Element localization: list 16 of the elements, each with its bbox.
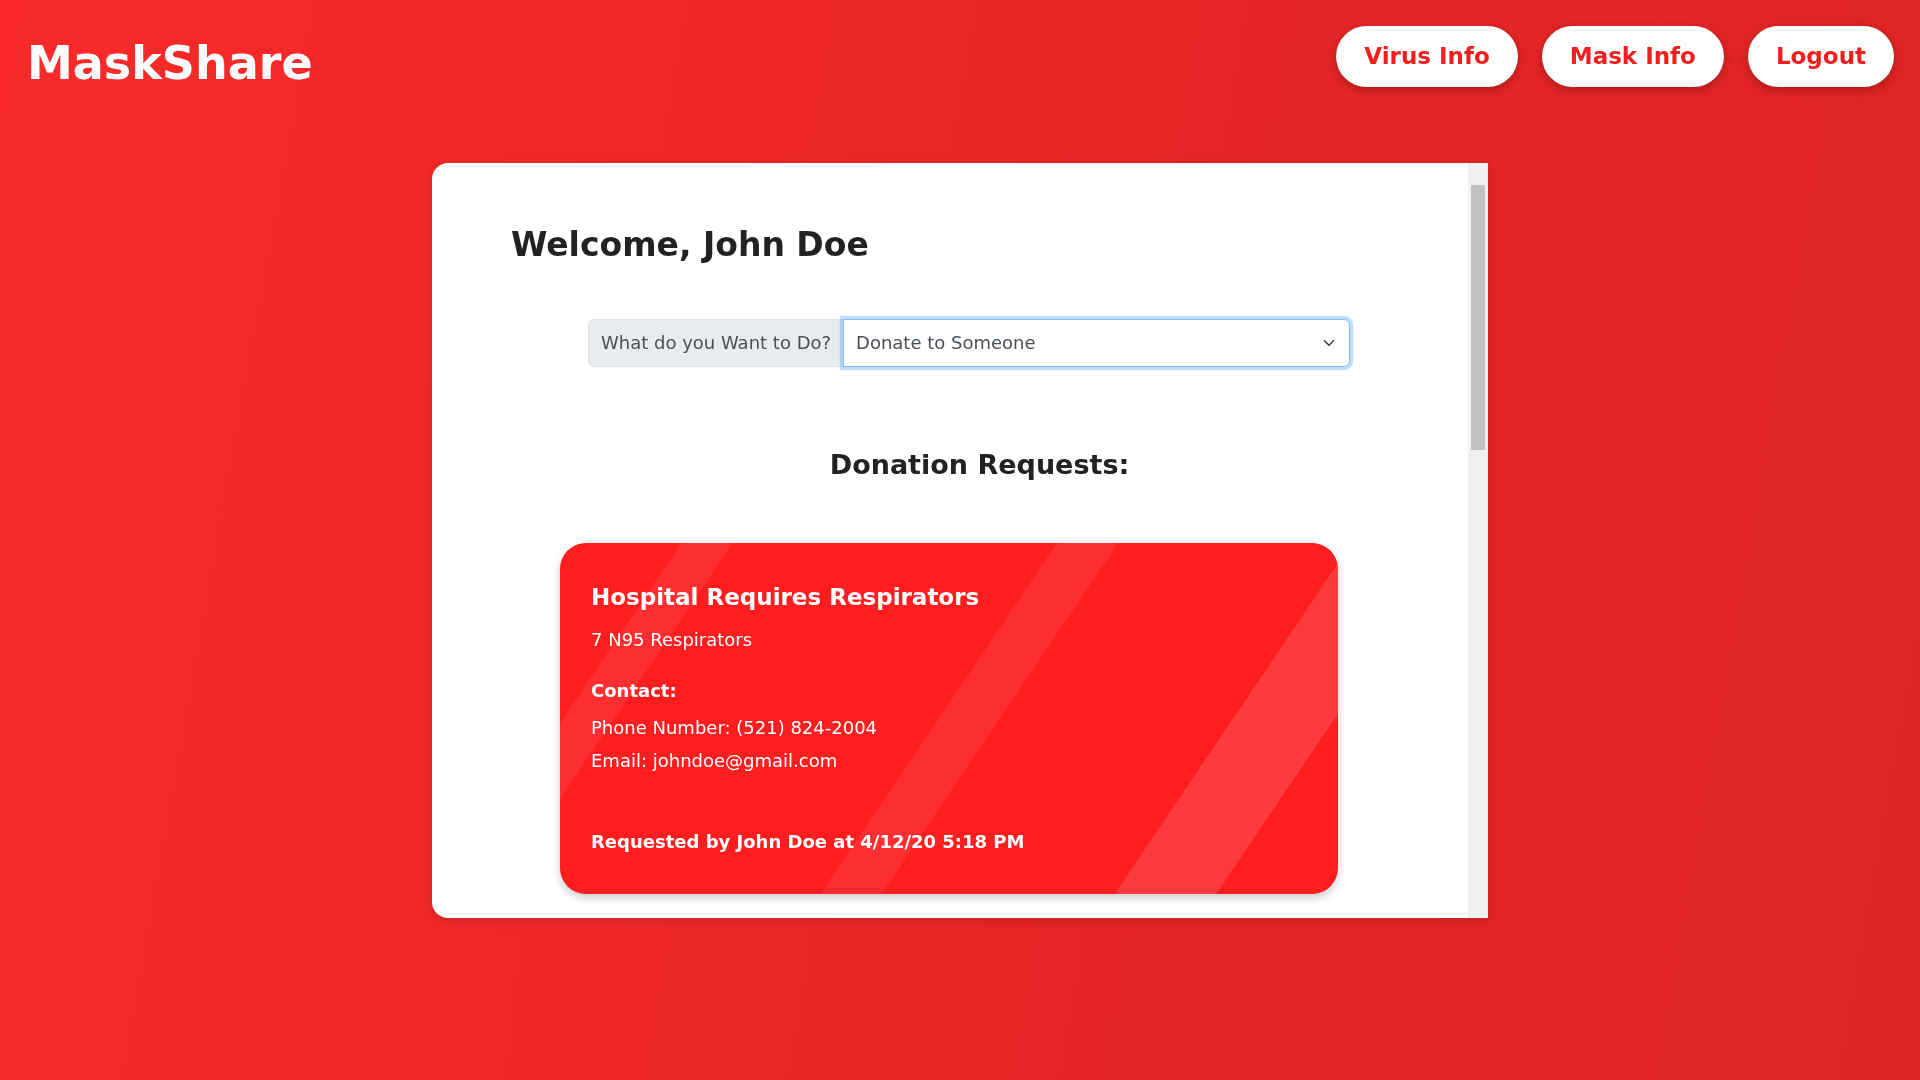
nav-button[interactable]: Mask Info: [1541, 26, 1724, 87]
phone-text: Phone Number: (521) 824-2004: [591, 716, 879, 741]
select-label: What do you Want to Do?: [588, 318, 845, 367]
welcome-heading: Welcome, John Doe: [511, 225, 870, 265]
section-heading: Donation Requests:: [829, 448, 1130, 481]
nav-button[interactable]: Logout: [1747, 26, 1894, 87]
item-text: 7 N95 Respirators: [591, 628, 754, 653]
scrollbar[interactable]: [1468, 163, 1488, 918]
email-text: Email: johndoe@gmail.com: [591, 749, 839, 774]
nav-button[interactable]: Virus Info: [1336, 26, 1518, 87]
card-title: Hospital Requires Respirators: [591, 583, 981, 612]
requested-by-text: Requested by John Doe at 4/12/20 5:18 PM: [591, 830, 1026, 855]
action-select[interactable]: Donate to Someone: [843, 318, 1350, 367]
scrollbar-thumb[interactable]: [1471, 185, 1485, 450]
contact-label: Contact:: [591, 679, 678, 704]
logo-text: MaskShare: [27, 40, 313, 86]
